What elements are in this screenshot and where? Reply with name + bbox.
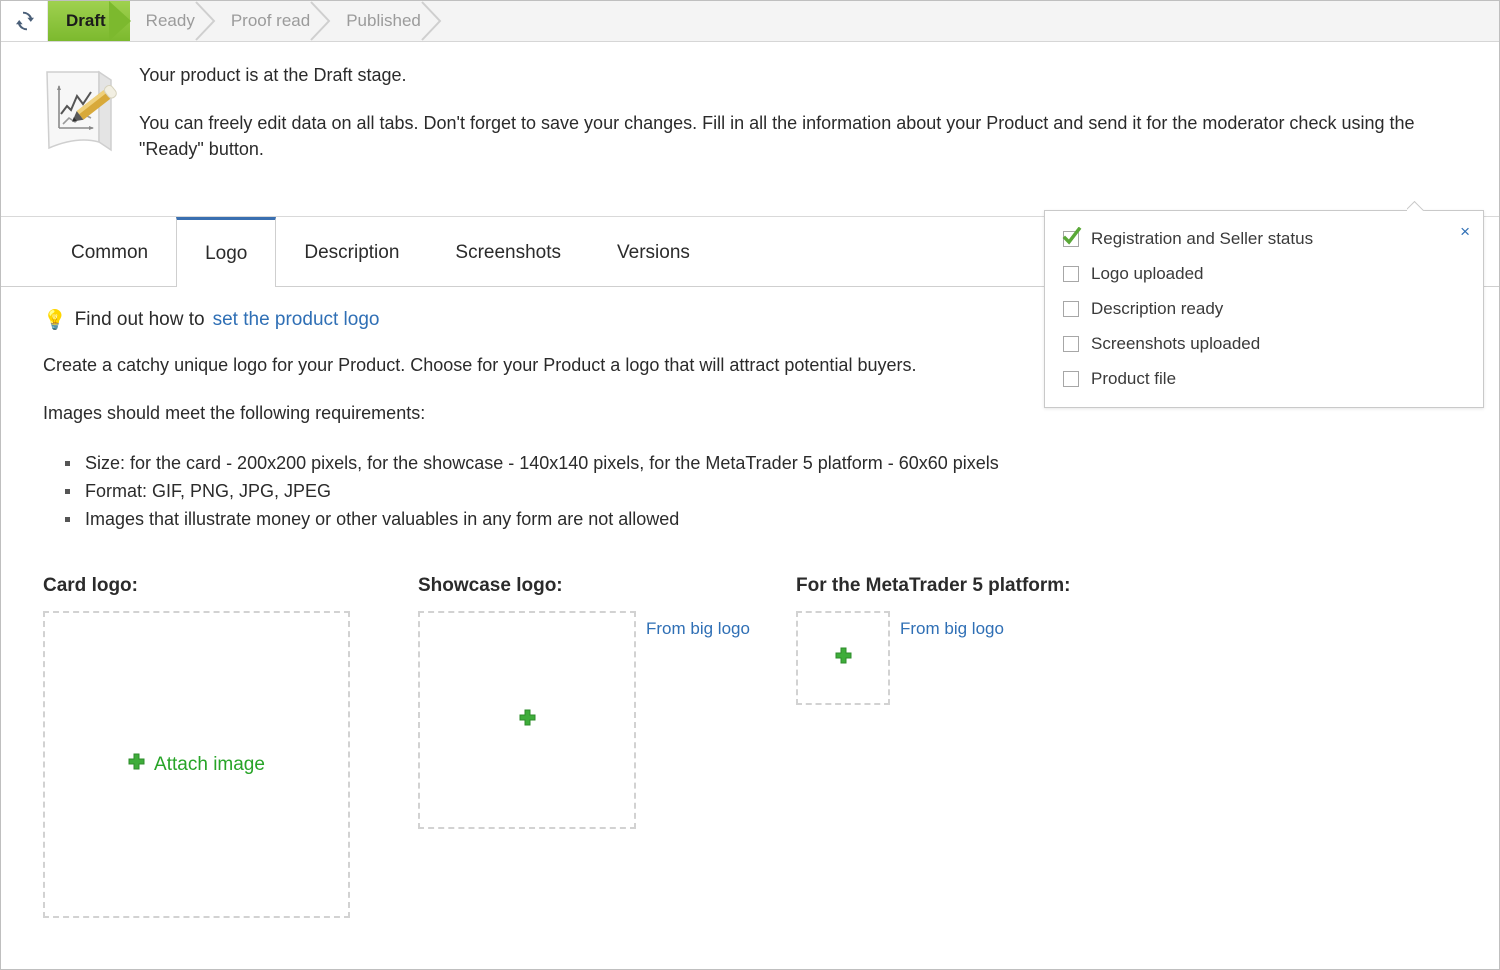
stage-label: Draft xyxy=(66,11,106,31)
showcase-logo-dropzone[interactable] xyxy=(418,611,636,829)
notice-line-2: You can freely edit data on all tabs. Do… xyxy=(139,110,1429,162)
checkbox-logo-uploaded[interactable] xyxy=(1063,266,1079,282)
checkbox-registration-and-seller-status[interactable] xyxy=(1063,231,1079,247)
stage-ready[interactable]: Ready xyxy=(130,1,215,41)
checklist-item-label: Description ready xyxy=(1091,299,1223,319)
checklist-item[interactable]: Registration and Seller status xyxy=(1063,229,1467,249)
tab-description[interactable]: Description xyxy=(276,242,427,286)
tab-versions[interactable]: Versions xyxy=(589,242,718,286)
tab-label: Common xyxy=(71,242,148,263)
stage-published[interactable]: Published xyxy=(330,1,441,41)
product-editor-page: Draft Ready Proof read xyxy=(0,0,1500,970)
stage-proof-read[interactable]: Proof read xyxy=(215,1,330,41)
close-icon[interactable]: × xyxy=(1460,223,1470,240)
plus-icon xyxy=(128,753,145,776)
notice-text: Your product is at the Draft stage. You … xyxy=(139,60,1429,162)
plus-icon[interactable] xyxy=(835,647,852,669)
stage-label: Published xyxy=(346,11,421,31)
card-logo-dropzone[interactable]: Attach image xyxy=(43,611,350,918)
checklist-item[interactable]: Product file xyxy=(1063,369,1467,389)
chevron-icon xyxy=(109,1,131,41)
stage-notice: Your product is at the Draft stage. You … xyxy=(1,42,1499,217)
checklist-item-label: Logo uploaded xyxy=(1091,264,1204,284)
hint-prefix: Find out how to xyxy=(75,309,205,331)
requirements-list: Size: for the card - 200x200 pixels, for… xyxy=(43,449,1479,533)
tab-label: Screenshots xyxy=(455,242,561,263)
refresh-icon xyxy=(13,10,35,32)
lightbulb-icon: 💡 xyxy=(43,311,67,330)
checkbox-description-ready[interactable] xyxy=(1063,301,1079,317)
logo-upload-zones: Card logo: Attach image xyxy=(43,575,1479,918)
plus-icon[interactable] xyxy=(519,709,536,731)
checkbox-product-file[interactable] xyxy=(1063,371,1079,387)
attach-image-label: Attach image xyxy=(154,754,265,776)
showcase-logo-section: Showcase logo: From big logo xyxy=(418,575,796,918)
checklist-item[interactable]: Logo uploaded xyxy=(1063,264,1467,284)
tab-label: Description xyxy=(304,242,399,263)
tab-screenshots[interactable]: Screenshots xyxy=(427,242,589,286)
card-logo-label: Card logo: xyxy=(43,575,418,597)
stage-label: Proof read xyxy=(231,11,310,31)
checklist-item-label: Registration and Seller status xyxy=(1091,229,1313,249)
refresh-button[interactable] xyxy=(1,1,48,41)
checklist-item-label: Screenshots uploaded xyxy=(1091,334,1260,354)
mt5-logo-label: For the MetaTrader 5 platform: xyxy=(796,575,1071,597)
requirement-item: Size: for the card - 200x200 pixels, for… xyxy=(65,449,1479,477)
chevron-icon xyxy=(420,1,442,41)
mt5-logo-dropzone[interactable] xyxy=(796,611,890,705)
card-logo-section: Card logo: Attach image xyxy=(43,575,418,918)
chevron-icon xyxy=(194,1,216,41)
stage-draft[interactable]: Draft xyxy=(48,1,130,41)
stage-progress-bar: Draft Ready Proof read xyxy=(1,1,1499,42)
showcase-logo-label: Showcase logo: xyxy=(418,575,796,597)
requirement-item: Images that illustrate money or other va… xyxy=(65,505,1479,533)
notice-line-1: Your product is at the Draft stage. xyxy=(139,62,1429,88)
document-with-pencil-icon xyxy=(21,60,139,158)
popup-pointer xyxy=(1407,201,1427,211)
showcase-from-big-logo-link[interactable]: From big logo xyxy=(646,619,750,639)
chevron-icon xyxy=(309,1,331,41)
mt5-logo-section: For the MetaTrader 5 platform: From big … xyxy=(796,575,1071,918)
stage-list: Draft Ready Proof read xyxy=(48,1,441,41)
requirement-item: Format: GIF, PNG, JPG, JPEG xyxy=(65,477,1479,505)
tab-label: Logo xyxy=(205,243,247,265)
tab-logo[interactable]: Logo xyxy=(176,217,276,287)
attach-image-button[interactable]: Attach image xyxy=(128,753,265,776)
mt5-from-big-logo-link[interactable]: From big logo xyxy=(900,619,1004,639)
checklist-item[interactable]: Description ready xyxy=(1063,299,1467,319)
tab-common[interactable]: Common xyxy=(43,242,176,286)
submit-checklist-popup: × Registration and Seller status Logo up… xyxy=(1044,210,1484,408)
checklist-item[interactable]: Screenshots uploaded xyxy=(1063,334,1467,354)
tab-label: Versions xyxy=(617,242,690,263)
checkbox-screenshots-uploaded[interactable] xyxy=(1063,336,1079,352)
set-product-logo-link[interactable]: set the product logo xyxy=(213,309,380,331)
checklist-item-label: Product file xyxy=(1091,369,1176,389)
stage-label: Ready xyxy=(146,11,195,31)
